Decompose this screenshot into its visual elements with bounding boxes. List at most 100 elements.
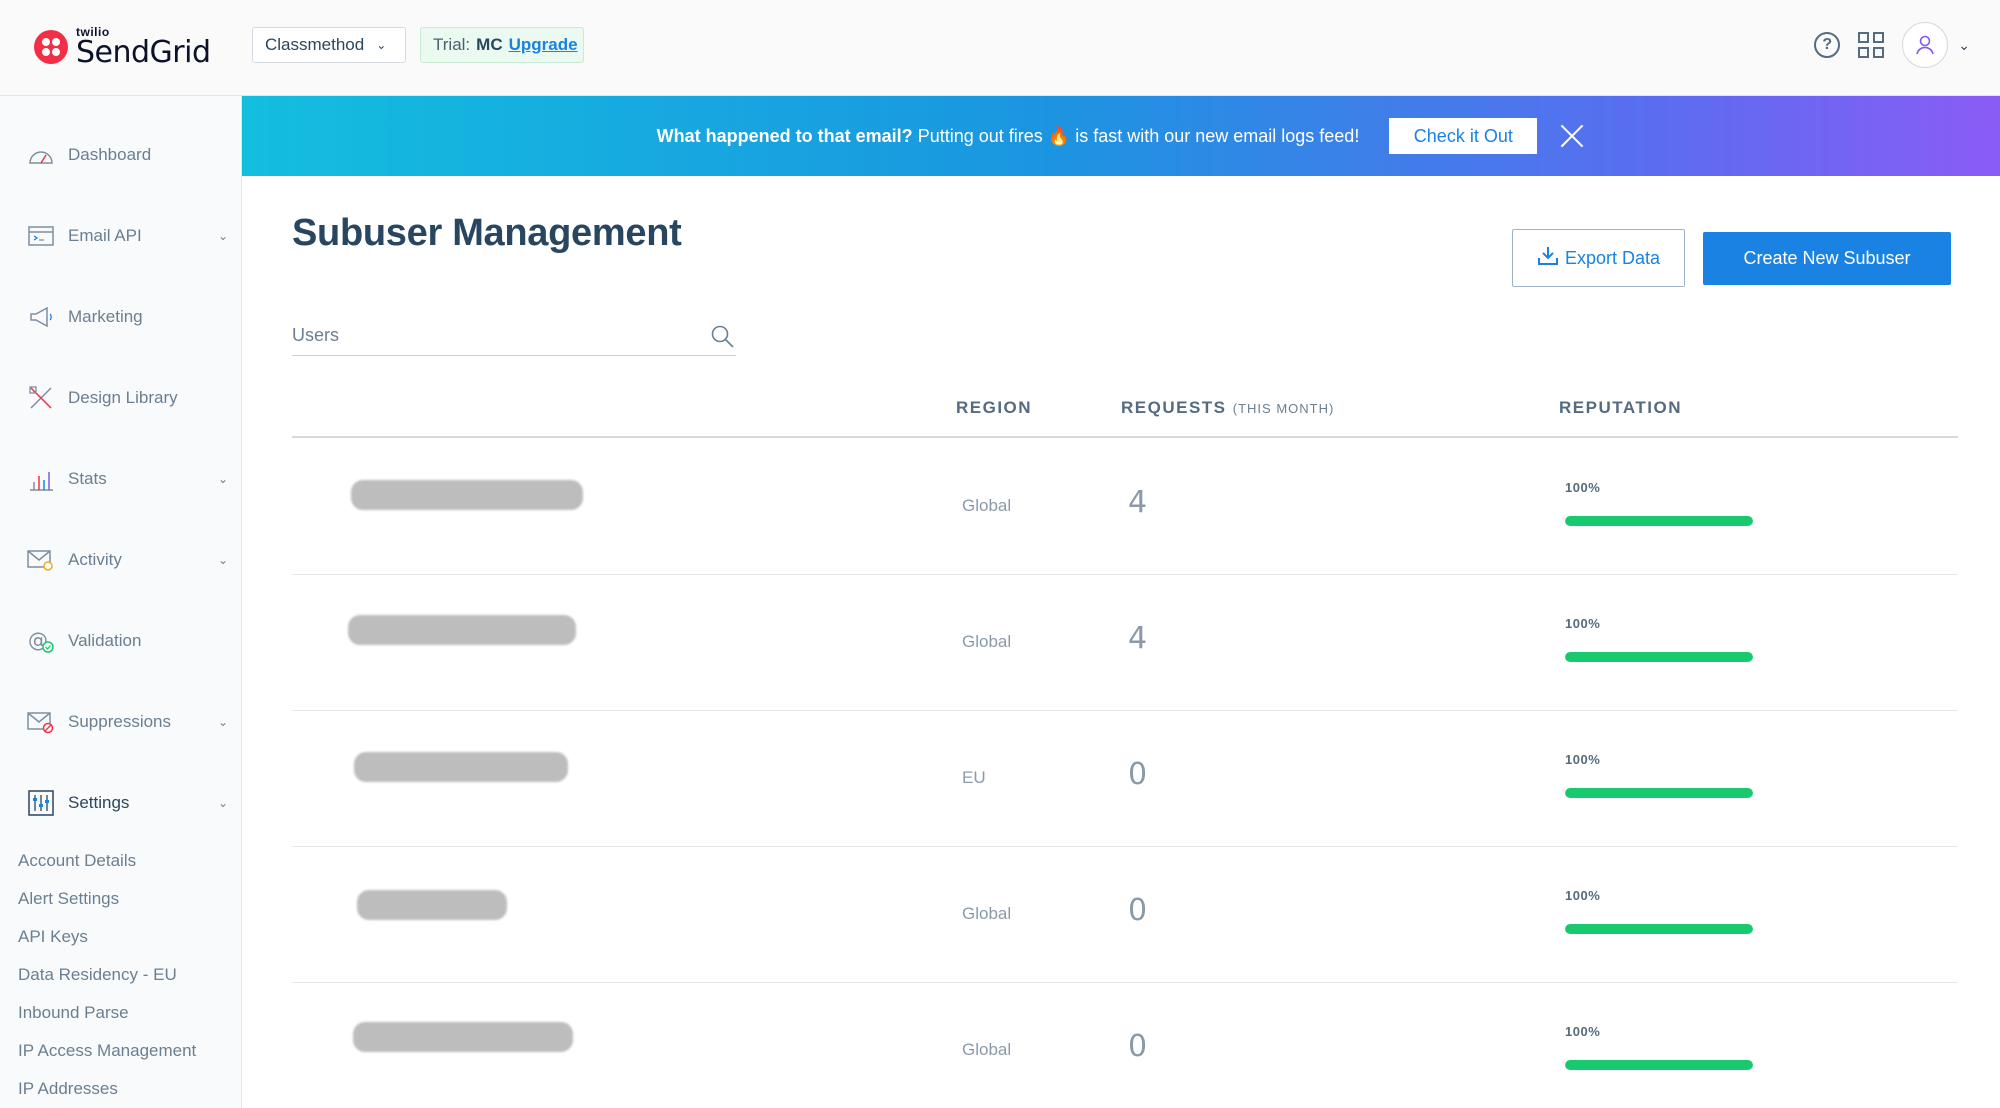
export-data-button[interactable]: Export Data <box>1512 229 1685 287</box>
sidebar-item-email-api[interactable]: Email API ⌄ <box>0 216 242 256</box>
row-reputation-label: 100% <box>1565 888 1601 903</box>
twilio-logo-icon <box>34 30 68 64</box>
settings-sub-ip-access[interactable]: IP Access Management <box>18 1041 196 1061</box>
header-actions: ? ⌄ <box>1814 22 1970 68</box>
envelope-search-icon <box>26 545 56 575</box>
banner-text-part: Putting out fires <box>912 125 1048 146</box>
reputation-bar <box>1565 1060 1753 1070</box>
close-icon[interactable] <box>1559 123 1585 149</box>
banner-headline: What happened to that email? <box>656 125 913 146</box>
page-title: Subuser Management <box>292 212 682 254</box>
sliders-icon <box>26 788 56 818</box>
app-grid-icon[interactable] <box>1858 32 1885 58</box>
row-region: EU <box>962 768 986 787</box>
gauge-icon <box>26 140 56 170</box>
table-row[interactable]: Global 0 100% <box>292 847 1958 983</box>
sidebar-item-settings[interactable]: Settings ⌄ <box>0 783 242 823</box>
settings-sub-data-residency[interactable]: Data Residency - EU <box>18 965 177 985</box>
settings-sub-account-details[interactable]: Account Details <box>18 851 136 871</box>
redacted-username[interactable] <box>351 480 583 510</box>
design-tools-icon <box>26 383 56 413</box>
table-row[interactable]: EU 0 100% <box>292 711 1958 847</box>
sidebar-item-suppressions[interactable]: Suppressions ⌄ <box>0 702 242 742</box>
settings-sub-inbound-parse[interactable]: Inbound Parse <box>18 1003 129 1023</box>
table-row[interactable]: Global 4 100% <box>292 439 1958 575</box>
chevron-down-icon[interactable]: ⌄ <box>1958 37 1970 54</box>
chevron-down-icon: ⌄ <box>217 715 228 729</box>
table-header: REGION REQUESTS (THIS MONTH) REPUTATION <box>292 390 1958 438</box>
table-row[interactable]: Global 4 100% <box>292 575 1958 711</box>
reputation-bar-fill <box>1565 1060 1753 1070</box>
redacted-username[interactable] <box>354 752 568 782</box>
sidebar-item-marketing[interactable]: Marketing <box>0 297 242 337</box>
row-requests: 0 <box>1128 893 1148 928</box>
announcement-banner: What happened to that email? Putting out… <box>242 96 2000 176</box>
row-reputation-label: 100% <box>1565 1024 1601 1039</box>
sidebar-item-design-library[interactable]: Design Library <box>0 378 242 418</box>
search-icon[interactable] <box>710 324 736 355</box>
banner-text-part: is fast with our new email logs feed! <box>1070 125 1360 146</box>
logo-text: SendGrid <box>76 35 211 70</box>
check-it-out-button[interactable]: Check it Out <box>1389 118 1538 154</box>
sidebar-item-label: Dashboard <box>68 145 152 164</box>
row-requests: 0 <box>1128 757 1148 792</box>
user-search <box>292 316 736 356</box>
settings-sub-api-keys[interactable]: API Keys <box>18 927 88 947</box>
sidebar-item-label: Marketing <box>68 307 143 326</box>
megaphone-icon <box>26 302 56 332</box>
avatar[interactable] <box>1902 22 1949 68</box>
redacted-username[interactable] <box>348 615 576 645</box>
table-row[interactable]: Global 0 100% <box>292 983 1958 1108</box>
row-region: Global <box>962 1040 1012 1059</box>
user-icon <box>1916 35 1935 55</box>
chevron-down-icon: ⌄ <box>217 553 228 567</box>
row-region: Global <box>962 632 1012 651</box>
column-header-requests-sub: (THIS MONTH) <box>1232 401 1335 416</box>
settings-sub-alert-settings[interactable]: Alert Settings <box>18 889 119 909</box>
sidebar-item-dashboard[interactable]: Dashboard <box>0 135 242 175</box>
reputation-bar-fill <box>1565 652 1753 662</box>
sidebar-item-activity[interactable]: Activity ⌄ <box>0 540 242 580</box>
search-input[interactable] <box>292 325 692 346</box>
row-requests: 4 <box>1128 621 1148 656</box>
create-new-subuser-button[interactable]: Create New Subuser <box>1703 232 1951 285</box>
redacted-username[interactable] <box>357 890 507 920</box>
column-header-reputation[interactable]: REPUTATION <box>1559 398 1682 418</box>
trial-plan: MC <box>476 35 503 54</box>
envelope-block-icon <box>26 707 56 737</box>
reputation-bar-fill <box>1565 788 1753 798</box>
sidebar-item-stats[interactable]: Stats ⌄ <box>0 459 242 499</box>
sidebar-item-validation[interactable]: @ Validation <box>0 621 242 661</box>
settings-sub-ip-addresses[interactable]: IP Addresses <box>18 1079 118 1099</box>
column-header-requests[interactable]: REQUESTS (THIS MONTH) <box>1121 398 1334 418</box>
chevron-down-icon: ⌄ <box>217 472 228 486</box>
redacted-username[interactable] <box>353 1022 573 1052</box>
row-region: Global <box>962 496 1012 515</box>
reputation-bar <box>1565 652 1753 662</box>
reputation-bar-fill <box>1565 924 1753 934</box>
sidebar: Dashboard Email API ⌄ Marketing Design L… <box>0 96 242 1108</box>
column-header-requests-label: REQUESTS <box>1121 398 1227 417</box>
reputation-bar-fill <box>1565 516 1753 526</box>
sendgrid-logo[interactable]: twilio SendGrid <box>34 26 211 68</box>
column-header-region[interactable]: REGION <box>956 398 1032 418</box>
account-select[interactable]: Classmethod ⌄ <box>252 27 406 63</box>
export-data-label: Export Data <box>1564 247 1661 268</box>
chevron-down-icon: ⌄ <box>376 38 387 52</box>
chevron-down-icon: ⌄ <box>217 796 228 810</box>
trial-label: Trial: <box>433 35 471 54</box>
sidebar-item-label: Suppressions <box>68 712 172 731</box>
sidebar-item-label: Stats <box>68 469 107 488</box>
reputation-bar <box>1565 924 1753 934</box>
help-icon[interactable]: ? <box>1814 32 1841 58</box>
row-reputation-label: 100% <box>1565 480 1601 495</box>
sidebar-item-label: Activity <box>68 550 122 569</box>
upgrade-link[interactable]: Upgrade <box>509 35 578 55</box>
row-requests: 4 <box>1128 485 1148 520</box>
sidebar-item-label: Settings <box>68 793 130 812</box>
trial-badge: Trial: MC Upgrade <box>420 27 584 63</box>
row-region: Global <box>962 904 1012 923</box>
reputation-bar <box>1565 516 1753 526</box>
sidebar-item-label: Email API <box>68 226 142 245</box>
reputation-bar <box>1565 788 1753 798</box>
